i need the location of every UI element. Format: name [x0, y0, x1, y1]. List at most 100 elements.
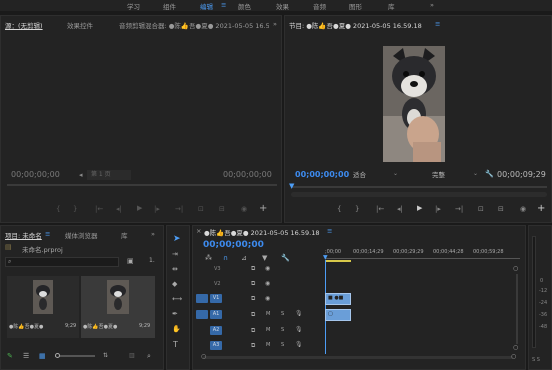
mark-out-icon[interactable]: }	[355, 205, 359, 213]
tab-libraries[interactable]: 库	[121, 230, 128, 240]
microphone-icon[interactable]: 🎙	[295, 310, 303, 317]
source-timecode[interactable]: 00;00;00;00	[11, 170, 60, 179]
sync-lock-icon[interactable]: ⧉	[251, 265, 255, 273]
program-menu-icon[interactable]: ≡	[435, 20, 440, 28]
fit-chevron-down-icon[interactable]: ⌄	[393, 170, 398, 177]
vertical-scrollbar[interactable]	[516, 274, 518, 344]
ripple-edit-tool-icon[interactable]: ⇹	[172, 265, 178, 273]
solo-button[interactable]: S	[281, 311, 284, 317]
pencil-icon[interactable]: ✎	[7, 352, 13, 360]
track-label[interactable]: A2	[210, 326, 222, 335]
fit-dropdown[interactable]: 适合	[353, 170, 397, 180]
scroll-handle-icon[interactable]: ○	[201, 353, 206, 360]
source-patch-a1[interactable]	[196, 310, 208, 319]
mark-in-icon[interactable]: {	[56, 205, 60, 213]
mark-out-icon[interactable]: }	[73, 205, 77, 213]
project-item[interactable]: ●陈👍吾●夏● 9;29	[81, 276, 155, 338]
sync-lock-icon[interactable]: ⧉	[251, 295, 255, 303]
export-frame-icon[interactable]: ◉	[241, 205, 247, 213]
source-scrub-bar[interactable]	[7, 184, 277, 186]
tab-project[interactable]: 项目: 未命名	[5, 230, 42, 240]
scroll-handle-icon[interactable]: ○	[511, 353, 516, 360]
razor-tool-icon[interactable]: ◆	[172, 280, 177, 288]
go-to-out-icon[interactable]: →|	[175, 205, 183, 213]
tab-media-browser[interactable]: 媒体浏览器	[65, 230, 98, 240]
work-area-bar[interactable]	[325, 260, 351, 262]
eye-icon[interactable]: ◉	[265, 280, 270, 287]
workspace-tab[interactable]: 音频	[313, 1, 326, 11]
program-title[interactable]: 节目: ●陈👍吾●夏● 2021-05-05 16.59.18	[289, 20, 422, 30]
workspace-tab[interactable]: 效果	[276, 1, 289, 11]
go-to-in-icon[interactable]: |←	[376, 205, 384, 213]
quality-dropdown[interactable]: 完整	[432, 170, 476, 180]
workspace-tab[interactable]: 学习	[127, 1, 140, 11]
marker-icon[interactable]: ▼	[262, 254, 267, 262]
export-frame-icon[interactable]: ◉	[520, 205, 526, 213]
microphone-icon[interactable]: 🎙	[295, 341, 303, 348]
tab-audio-clip-mixer[interactable]: 音频剪辑混合器: ●陈👍吾●夏● 2021-05-05 16.59.	[119, 20, 269, 30]
wrench-icon[interactable]: 🔧	[485, 170, 494, 178]
mark-in-icon[interactable]: {	[337, 205, 341, 213]
workspace-menu-icon[interactable]: ≡	[221, 1, 226, 9]
play-icon[interactable]: ▶	[417, 204, 422, 212]
overwrite-icon[interactable]: ⊟	[219, 205, 225, 213]
quality-chevron-down-icon[interactable]: ⌄	[473, 170, 478, 177]
tab-effect-controls[interactable]: 效果控件	[67, 20, 93, 30]
track-label[interactable]: V1	[210, 294, 222, 303]
go-to-in-icon[interactable]: |←	[95, 205, 103, 213]
solo-button[interactable]: S	[281, 342, 284, 348]
mute-button[interactable]: M	[266, 311, 270, 317]
wrench-icon[interactable]: 🔧	[281, 254, 290, 262]
step-back-icon[interactable]: ◂|	[397, 205, 403, 213]
video-clip[interactable]: ■ ●■	[325, 293, 351, 305]
workspaces-overflow-icon[interactable]: »	[430, 1, 434, 9]
thumbnail-size-slider[interactable]	[55, 353, 95, 358]
linked-selection-icon[interactable]: ∩	[223, 254, 228, 262]
page-back-icon[interactable]: ◂	[79, 171, 83, 179]
project-overflow-icon[interactable]: »	[151, 230, 155, 238]
track-label[interactable]: A1	[210, 310, 222, 319]
mute-button[interactable]: M	[266, 342, 270, 348]
automate-icon[interactable]: ▥	[129, 352, 135, 359]
solo-button[interactable]: S	[281, 327, 284, 333]
program-timecode[interactable]: 00;00;00;00	[295, 170, 349, 179]
timeline-menu-icon[interactable]: ≡	[327, 227, 332, 235]
eye-icon[interactable]: ◉	[265, 265, 270, 272]
workspace-tab[interactable]: 库	[388, 1, 395, 11]
add-button-icon[interactable]: +	[259, 203, 267, 214]
workspace-tab[interactable]: 图形	[349, 1, 362, 11]
add-marker-icon[interactable]: ⊿	[241, 254, 247, 262]
hand-tool-icon[interactable]: ✋	[172, 325, 181, 333]
insert-icon[interactable]: ⊡	[198, 205, 204, 213]
scroll-handle-icon[interactable]: ○	[513, 265, 518, 272]
project-search-input[interactable]: ⌕	[5, 257, 119, 267]
sync-lock-icon[interactable]: ⧉	[251, 327, 255, 335]
mute-button[interactable]: M	[266, 327, 270, 333]
scroll-handle-icon[interactable]: ○	[513, 344, 518, 351]
new-bin-icon[interactable]: ▣	[127, 257, 134, 265]
sort-icon[interactable]: ⇅	[103, 352, 108, 359]
source-overflow-icon[interactable]: »	[273, 20, 277, 28]
microphone-icon[interactable]: 🎙	[295, 326, 303, 333]
workspace-tab[interactable]: 组件	[163, 1, 176, 11]
go-to-out-icon[interactable]: →|	[455, 205, 463, 213]
snap-icon[interactable]: ⁂	[205, 254, 212, 262]
playhead-icon[interactable]: ▼	[289, 182, 294, 190]
track-select-tool-icon[interactable]: ⇥	[172, 250, 178, 258]
sync-lock-icon[interactable]: ⧉	[251, 280, 255, 288]
lift-icon[interactable]: ⊡	[478, 205, 484, 213]
solo-buttons[interactable]: S S	[532, 357, 540, 363]
tab-source[interactable]: 源：(无剪辑)	[5, 20, 43, 30]
search-icon[interactable]: ⌕	[147, 352, 151, 361]
slip-tool-icon[interactable]: ⟷	[172, 295, 182, 303]
project-menu-icon[interactable]: ≡	[45, 230, 50, 238]
type-tool-icon[interactable]: T	[173, 340, 178, 349]
source-patch-v1[interactable]	[196, 294, 208, 303]
timeline-timecode[interactable]: 00;00;00;00	[203, 240, 264, 250]
add-button-icon[interactable]: +	[537, 203, 545, 214]
sync-lock-icon[interactable]: ⧉	[251, 311, 255, 319]
project-item[interactable]: ●陈👍吾●夏● 9;29	[7, 276, 79, 338]
step-forward-icon[interactable]: |▸	[435, 205, 441, 213]
selection-tool-icon[interactable]: ➤	[173, 234, 181, 244]
step-forward-icon[interactable]: |▸	[154, 205, 160, 213]
